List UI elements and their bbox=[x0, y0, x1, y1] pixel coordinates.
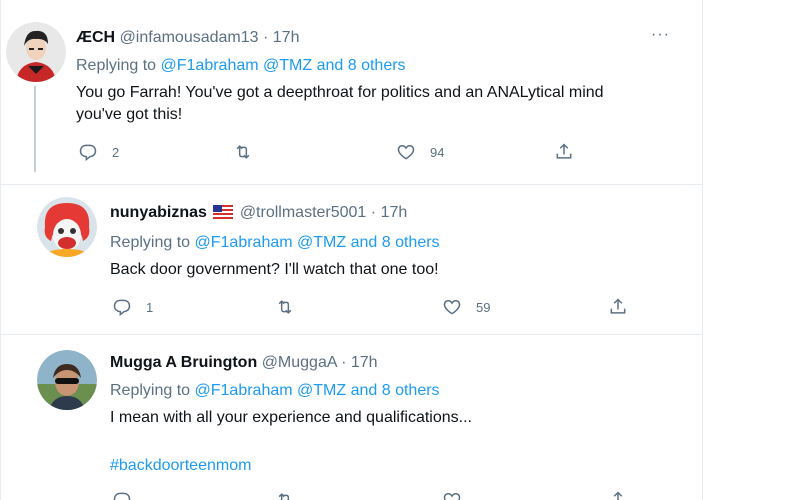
reply-icon bbox=[79, 144, 97, 162]
reply-count: 1 bbox=[146, 299, 154, 315]
tweet[interactable]: ÆCH @infamousadam13 · 17h Replying to @F… bbox=[0, 0, 702, 184]
separator: · bbox=[341, 354, 347, 371]
avatar-image bbox=[6, 22, 66, 82]
like-button[interactable]: 59 bbox=[442, 297, 490, 317]
handle[interactable]: @trollmaster5001 bbox=[240, 204, 367, 221]
display-name[interactable]: nunyabiznas bbox=[110, 204, 207, 221]
replying-to: Replying to @F1abraham @TMZ and 8 others bbox=[110, 381, 690, 401]
like-button[interactable]: 94 bbox=[396, 142, 444, 162]
tweet-text: You go Farrah! You've got a deepthroat f… bbox=[76, 82, 686, 126]
us-flag-icon bbox=[213, 205, 234, 219]
replying-prefix: Replying to bbox=[110, 382, 191, 399]
mention-link[interactable]: @TMZ bbox=[297, 234, 346, 251]
handle[interactable]: @MuggaA bbox=[262, 354, 337, 371]
thread-connector bbox=[34, 86, 36, 172]
hashtag-link[interactable]: #backdoorteenmom bbox=[110, 455, 690, 477]
share-icon bbox=[610, 298, 626, 314]
replying-to: Replying to @F1abraham @TMZ and 8 others bbox=[76, 56, 686, 76]
tweet-text-line: You go Farrah! You've got a deepthroat f… bbox=[76, 84, 604, 101]
reply-icon bbox=[113, 299, 131, 317]
tweet-content: nunyabiznas @trollmaster5001 · 17h Reply… bbox=[110, 203, 690, 281]
others-link[interactable]: and 8 others bbox=[351, 382, 440, 399]
share-button[interactable] bbox=[608, 297, 628, 317]
others-link[interactable]: and 8 others bbox=[351, 234, 440, 251]
reply-button[interactable]: 2 bbox=[78, 142, 119, 162]
avatar[interactable] bbox=[37, 350, 97, 410]
like-icon bbox=[443, 299, 461, 315]
tweet-content: Mugga A Bruington @MuggaA · 17h Replying… bbox=[110, 353, 690, 477]
more-icon[interactable]: ··· bbox=[651, 26, 670, 44]
separator: · bbox=[370, 204, 377, 221]
retweet-icon bbox=[278, 493, 290, 500]
others-link[interactable]: and 8 others bbox=[317, 57, 406, 74]
tweet-header: ÆCH @infamousadam13 · 17h bbox=[76, 28, 686, 48]
share-button[interactable] bbox=[608, 490, 628, 500]
mention-link[interactable]: @F1abraham bbox=[195, 234, 293, 251]
reply-icon bbox=[113, 492, 131, 500]
tweet-thread: ÆCH @infamousadam13 · 17h Replying to @F… bbox=[0, 0, 800, 500]
display-name[interactable]: ÆCH bbox=[76, 29, 115, 46]
retweet-button[interactable] bbox=[233, 142, 253, 162]
reply-button[interactable] bbox=[112, 490, 132, 500]
replying-to: Replying to @F1abraham @TMZ and 8 others bbox=[110, 233, 690, 253]
share-icon bbox=[556, 143, 572, 159]
retweet-button[interactable] bbox=[275, 490, 295, 500]
mention-link[interactable]: @TMZ bbox=[263, 57, 312, 74]
tweet-text-line: you've got this! bbox=[76, 106, 183, 123]
share-button[interactable] bbox=[554, 142, 574, 162]
separator: · bbox=[263, 29, 269, 46]
reply-count: 2 bbox=[112, 144, 120, 160]
timestamp[interactable]: 17h bbox=[381, 204, 408, 221]
mention-link[interactable]: @F1abraham bbox=[195, 382, 293, 399]
timestamp[interactable]: 17h bbox=[273, 29, 300, 46]
display-name[interactable]: Mugga A Bruington bbox=[110, 354, 257, 371]
retweet-button[interactable] bbox=[275, 297, 295, 317]
handle[interactable]: @infamousadam13 bbox=[120, 29, 259, 46]
like-count: 94 bbox=[430, 144, 445, 160]
tweet-text: I mean with all your experience and qual… bbox=[110, 409, 472, 426]
tweet-header: nunyabiznas @trollmaster5001 · 17h bbox=[110, 203, 690, 225]
avatar[interactable] bbox=[37, 197, 97, 257]
share-icon bbox=[613, 491, 623, 500]
us-flag bbox=[213, 205, 234, 225]
like-count: 59 bbox=[476, 299, 491, 315]
tweet-content: ÆCH @infamousadam13 · 17h Replying to @F… bbox=[76, 28, 686, 126]
mention-link[interactable]: @TMZ bbox=[297, 382, 346, 399]
retweet-icon bbox=[278, 300, 292, 314]
like-icon bbox=[443, 492, 461, 500]
avatar[interactable] bbox=[6, 22, 66, 82]
timestamp[interactable]: 17h bbox=[351, 354, 378, 371]
mention-link[interactable]: @F1abraham bbox=[161, 57, 259, 74]
like-icon bbox=[397, 144, 415, 160]
like-button[interactable] bbox=[442, 490, 462, 500]
reply-button[interactable]: 1 bbox=[112, 297, 153, 317]
retweet-icon bbox=[236, 145, 250, 159]
replying-prefix: Replying to bbox=[76, 57, 157, 74]
avatar-image bbox=[37, 350, 97, 410]
avatar-image bbox=[37, 197, 97, 257]
tweet-text: Back door government? I'll watch that on… bbox=[110, 261, 439, 278]
tweet-header: Mugga A Bruington @MuggaA · 17h bbox=[110, 353, 690, 373]
replying-prefix: Replying to bbox=[110, 234, 191, 251]
